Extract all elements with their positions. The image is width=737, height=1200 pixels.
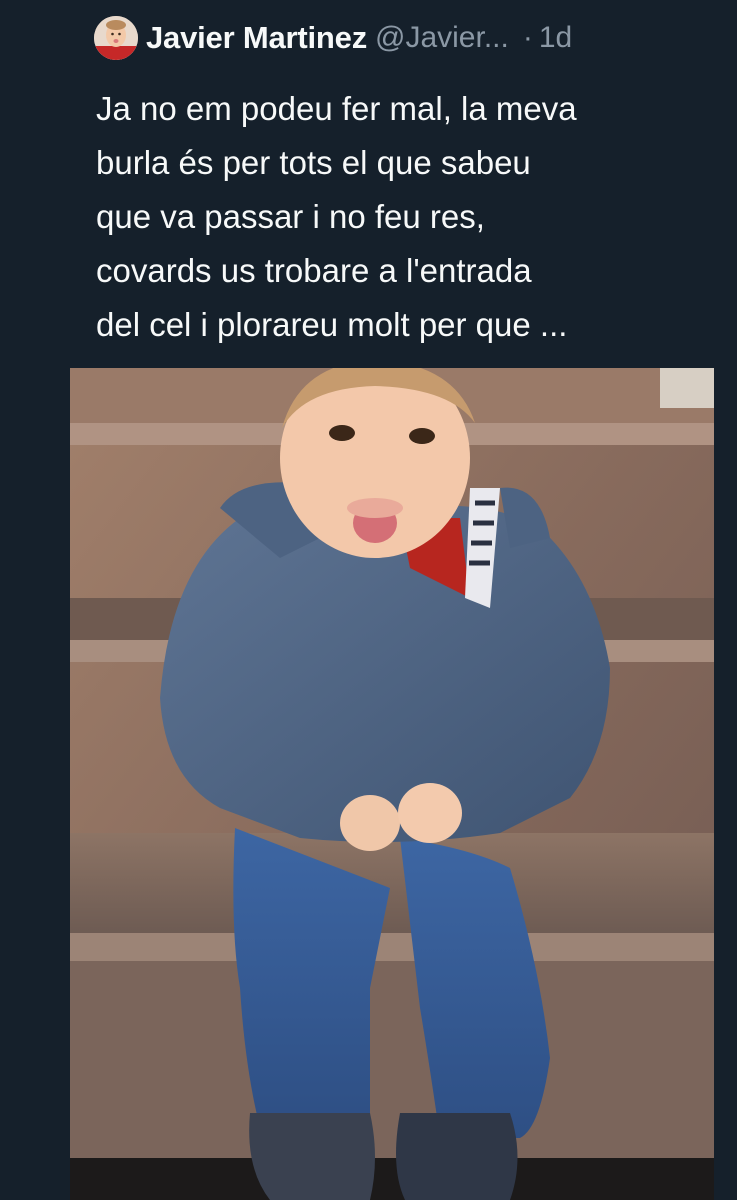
timeline-view: Javier Martinez @Javier... · 1d Ja no em… [0,0,737,1200]
author-handle[interactable]: @Javier... [375,21,509,55]
tweet-text: Ja no em podeu fer mal, la meva burla és… [96,82,706,352]
meta-separator: · [522,21,533,54]
tweet-text-line: que va passar i no feu res, [96,198,485,235]
tweet-header: Javier Martinez @Javier... · 1d [94,12,704,64]
tweet-timestamp[interactable]: 1d [539,21,572,55]
avatar[interactable] [94,16,138,60]
tweet-text-line: burla és per tots el que sabeu [96,144,531,181]
tweet-text-line: covards us trobare a l'entrada [96,252,532,289]
avatar-image-icon [94,16,138,60]
photo-icon [70,368,714,1200]
tweet-media-photo[interactable] [70,368,714,1200]
tweet-card[interactable]: Javier Martinez @Javier... · 1d Ja no em… [68,0,714,1200]
tweet-text-line: Ja no em podeu fer mal, la meva [96,90,577,127]
tweet-text-line: del cel i plorareu molt per que ... [96,306,568,343]
author-name[interactable]: Javier Martinez [146,20,367,56]
